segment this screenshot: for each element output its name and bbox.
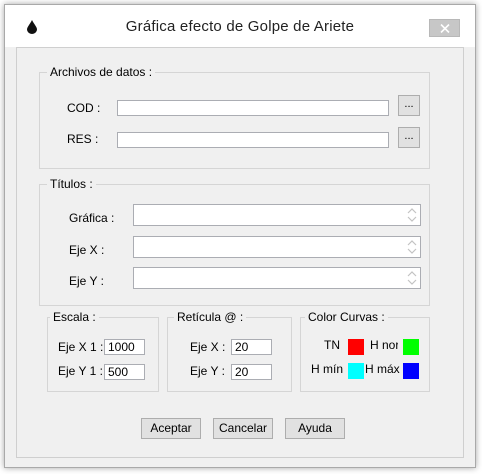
titles-group: Títulos : Gráfica : Eje X : Eje Y : bbox=[39, 177, 430, 306]
grid-x-input[interactable]: 20 bbox=[231, 339, 272, 355]
res-label: RES : bbox=[67, 132, 99, 146]
files-group-legend: Archivos de datos : bbox=[47, 65, 156, 79]
window-title: Gráfica efecto de Golpe de Ariete bbox=[125, 18, 355, 35]
scale-x-label: Eje X 1 : bbox=[58, 340, 104, 354]
help-button[interactable]: Ayuda bbox=[285, 418, 345, 439]
y-axis-title-input[interactable] bbox=[133, 267, 421, 289]
dialog-client-area: Archivos de datos : COD : ... RES : ... … bbox=[16, 47, 464, 458]
scale-y-input[interactable]: 500 bbox=[104, 364, 145, 380]
title-bar[interactable]: Gráfica efecto de Golpe de Ariete bbox=[5, 5, 475, 47]
x-axis-title-input[interactable] bbox=[133, 236, 421, 258]
tn-color-swatch[interactable] bbox=[348, 339, 364, 355]
grid-group: Retícula @ : Eje X : 20 Eje Y : 20 bbox=[167, 310, 292, 392]
res-input[interactable] bbox=[117, 132, 389, 148]
dialog-window: Gráfica efecto de Golpe de Ariete Archiv… bbox=[4, 4, 476, 468]
scale-group: Escala : Eje X 1 : 1000 Eje Y 1 : 500 bbox=[47, 310, 159, 392]
accept-button[interactable]: Aceptar bbox=[141, 418, 201, 439]
spin-arrows-icon[interactable] bbox=[406, 270, 418, 286]
x-axis-title-label: Eje X : bbox=[69, 243, 105, 257]
y-axis-title-label: Eje Y : bbox=[69, 274, 104, 288]
scale-group-legend: Escala : bbox=[50, 310, 99, 324]
chart-title-input[interactable] bbox=[133, 204, 421, 226]
scale-y-label: Eje Y 1 : bbox=[58, 364, 103, 378]
grid-group-legend: Retícula @ : bbox=[174, 310, 247, 324]
close-icon bbox=[440, 24, 450, 33]
hnor-label: H nor bbox=[370, 338, 398, 352]
hnor-color-swatch[interactable] bbox=[403, 339, 419, 355]
hmax-color-swatch[interactable] bbox=[403, 363, 419, 379]
titles-group-legend: Títulos : bbox=[47, 177, 96, 191]
spin-arrows-icon[interactable] bbox=[406, 239, 418, 255]
cod-browse-button[interactable]: ... bbox=[398, 95, 420, 116]
close-button[interactable] bbox=[429, 19, 460, 37]
scale-x-input[interactable]: 1000 bbox=[104, 339, 145, 355]
cod-input[interactable] bbox=[117, 100, 389, 116]
hmin-color-swatch[interactable] bbox=[348, 363, 364, 379]
files-group: Archivos de datos : COD : ... RES : ... bbox=[39, 65, 430, 169]
res-browse-button[interactable]: ... bbox=[398, 127, 420, 148]
spin-arrows-icon[interactable] bbox=[406, 207, 418, 223]
cod-label: COD : bbox=[67, 101, 101, 115]
grid-y-input[interactable]: 20 bbox=[231, 364, 272, 380]
curve-colors-group: Color Curvas : TN H nor H mín H máx bbox=[300, 310, 430, 392]
grid-y-label: Eje Y : bbox=[190, 364, 225, 378]
tn-label: TN bbox=[324, 338, 340, 352]
hmin-label: H mín bbox=[311, 362, 344, 376]
cancel-button[interactable]: Cancelar bbox=[213, 418, 273, 439]
curve-colors-group-legend: Color Curvas : bbox=[305, 310, 388, 324]
chart-title-label: Gráfica : bbox=[69, 211, 115, 225]
grid-x-label: Eje X : bbox=[190, 340, 226, 354]
hmax-label: H máx bbox=[365, 362, 400, 376]
